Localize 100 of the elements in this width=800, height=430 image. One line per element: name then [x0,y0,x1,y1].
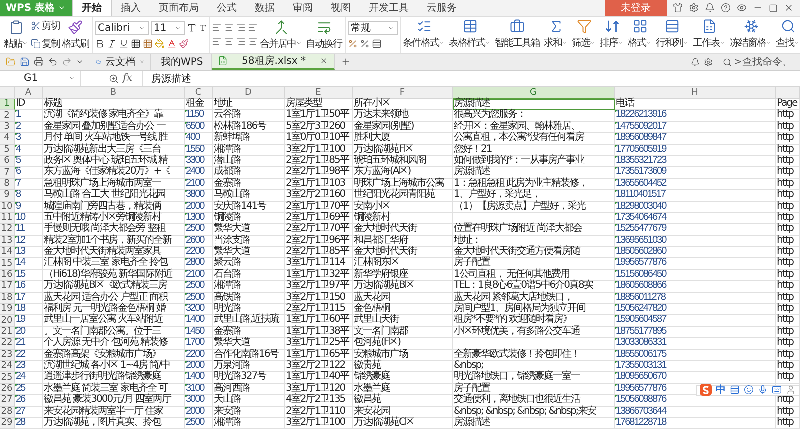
row-header[interactable]: 12 [0,224,15,236]
row-header[interactable]: 10 [0,202,15,213]
row-header[interactable]: 28 [0,406,15,418]
table-cell: 1室1厅1卫50平 [285,110,353,122]
column-header[interactable] [776,87,800,99]
menu-tab[interactable]: 审阅 [284,0,322,16]
table-cell: 明光路地铁口，锦绣豪庭一室一 [453,372,615,384]
wrap-text-button[interactable]: 自动换行 [305,18,343,52]
font-name-field[interactable]: Calibri [95,21,149,35]
table-cell: 18110401517 [615,190,776,202]
corner-marker-icon [15,395,18,398]
bold-icon [95,39,105,49]
ribbon-tool-button[interactable]: 求和 [543,17,569,51]
copy-button[interactable]: 复制 [31,37,60,51]
column-header[interactable]: C [185,87,213,99]
command-search-field[interactable]: >查找命令、 [719,54,800,70]
cut-button[interactable]: 剪切 [31,19,60,33]
row-header[interactable]: 9 [0,190,15,202]
row-header[interactable]: 15 [0,258,15,270]
column-header[interactable]: E [285,87,353,99]
table-cell: 万达临湖苑新出大三房《三台 [43,144,185,156]
ribbon-tool-button[interactable]: 条件格式 [402,17,446,51]
row-header[interactable]: 4 [0,133,15,145]
menu-tab[interactable]: 视图 [322,0,360,16]
ribbon-tool-button[interactable]: 格式 [627,17,653,51]
paste-button[interactable]: 粘贴 [3,18,30,52]
row-header[interactable]: 16 [0,270,15,282]
row-header[interactable]: 2 [0,110,15,122]
input-mode-label[interactable]: 中 [716,383,726,397]
name-box[interactable]: G1 [0,71,81,86]
row-header[interactable]: 26 [0,384,15,396]
table-cell: 天山路 [213,395,285,407]
column-header[interactable]: A [15,87,43,99]
font-size-field[interactable]: 11 [151,21,185,35]
ribbon-tool-button[interactable]: 工作表 [692,17,727,51]
row-header[interactable]: 21 [0,326,15,338]
menu-tab[interactable]: 公式 [208,0,246,16]
row-header[interactable]: 1 [0,99,15,110]
corner-marker-icon [615,144,618,148]
row-header[interactable]: 24 [0,360,15,372]
column-header[interactable]: B [43,87,185,99]
row-header[interactable]: 18 [0,292,15,304]
ribbon-tool-button[interactable]: 排序 [599,17,625,51]
row-header[interactable]: 7 [0,167,15,179]
ribbon-tool-button[interactable]: 智能工具箱 [494,17,541,51]
menu-tab[interactable]: 页面布局 [150,0,208,16]
align-right-icon [236,37,246,47]
ribbon-tool-button[interactable]: 冻结窗格 [729,17,773,51]
row-header[interactable]: 11 [0,212,15,224]
table-cell: 租金 [185,99,213,110]
row-header[interactable]: 29 [0,418,15,430]
select-all-corner[interactable] [0,87,15,99]
row-header[interactable]: 8 [0,178,15,190]
caret-icon [388,24,395,32]
menu-tab[interactable]: 开始 [72,0,112,16]
ribbon-tool-button[interactable]: 表格样式 [448,17,492,51]
table-cell: 新蚌埠路 [213,133,285,145]
corner-marker-icon [615,360,618,364]
caret-icon [22,40,29,47]
menu-tab[interactable]: 插入 [112,0,150,16]
row-header[interactable]: 17 [0,281,15,293]
column-header[interactable]: G [453,87,615,99]
table-cell: http [776,156,800,168]
row-header[interactable]: 5 [0,144,15,156]
ribbon-tool-button[interactable]: 查找 [775,17,800,51]
row-header[interactable]: 27 [0,395,15,407]
ribbon-tool-button[interactable]: 筛选 [571,17,597,51]
column-header[interactable]: F [353,87,453,99]
merge-center-button[interactable]: 合并居中 [259,18,304,52]
ribbon-tool-button[interactable]: 行和列 [655,17,690,51]
document-tab[interactable]: 58租房.xlsx * [212,54,335,70]
row-header[interactable]: 6 [0,156,15,168]
row-header[interactable]: 19 [0,304,15,316]
column-header[interactable]: H [615,87,776,99]
table-cell: 15905604587 [615,315,776,327]
table-cell: 3室2厅1卫100 [285,144,353,156]
document-tab[interactable]: 云文档 [90,54,151,70]
format-painter-button[interactable]: 格式刷 [61,18,90,52]
number-format-field[interactable]: 常规 [348,21,398,35]
corner-marker-icon [15,292,18,296]
corner-marker-icon [15,360,18,364]
menu-tab[interactable]: 云服务 [418,0,466,16]
login-button[interactable]: 未登录 [605,0,667,16]
row-header[interactable]: 13 [0,236,15,248]
formula-field[interactable]: 房源描述 [142,71,800,86]
corner-marker-icon [615,326,618,330]
font-grow-icon [187,23,197,33]
corner-marker-icon [185,418,188,421]
menu-tab[interactable]: 数据 [246,0,284,16]
row-header[interactable]: 22 [0,338,15,350]
row-header[interactable]: 23 [0,350,15,361]
row-header[interactable]: 3 [0,122,15,134]
row-header[interactable]: 20 [0,315,15,327]
row-header[interactable]: 25 [0,372,15,384]
corner-marker-icon [185,360,188,364]
row-header[interactable]: 14 [0,247,15,258]
menu-tab[interactable]: 开发工具 [360,0,418,16]
column-header[interactable]: D [213,87,285,99]
table-cell: 26 [15,395,43,407]
function-label[interactable]: fx [119,73,142,84]
